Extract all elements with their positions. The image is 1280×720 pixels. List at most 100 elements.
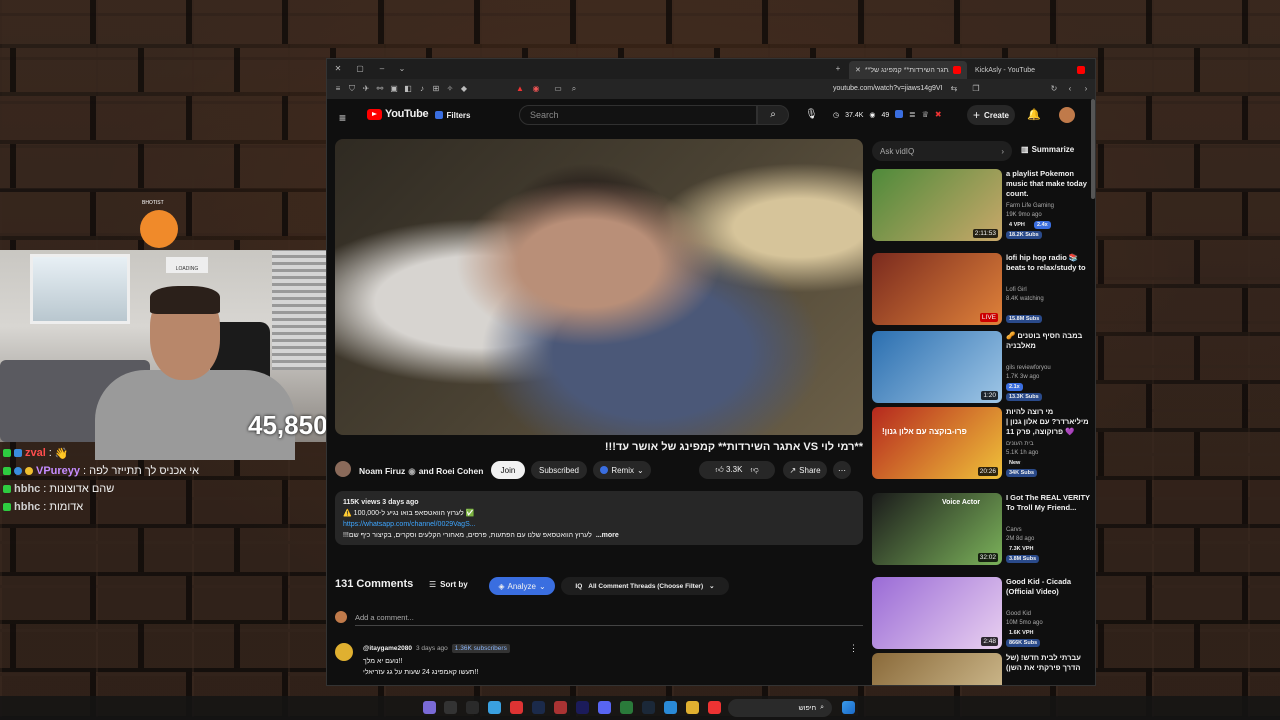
app-icon[interactable] bbox=[576, 701, 589, 714]
video-player[interactable] bbox=[335, 139, 863, 435]
extension-icon[interactable]: ▲ bbox=[515, 84, 525, 94]
bookmark-icon[interactable]: ❐ bbox=[971, 84, 981, 94]
channel-name[interactable]: Noam Firuz bbox=[359, 466, 405, 477]
recommendation-thumbnail[interactable]: 20:26 פרו-בוקצה עם אלון גנון! bbox=[872, 407, 1002, 479]
collab-name[interactable]: and Roei Cohen bbox=[419, 466, 484, 477]
minimize-icon[interactable]: – bbox=[377, 64, 387, 74]
recommendation-thumbnail[interactable]: 2:11:53 bbox=[872, 169, 1002, 241]
recommendation-title[interactable]: a playlist Pokemon music that make today… bbox=[1006, 169, 1090, 199]
recommendation-item[interactable]: LIVE lofi hip hop radio 📚 beats to relax/… bbox=[872, 253, 1092, 325]
recommendation-thumbnail[interactable]: 32:02 Voice Actor bbox=[872, 493, 1002, 565]
more-options-icon[interactable]: ⋯ bbox=[833, 461, 851, 479]
tab-youtube[interactable]: KickAsly - YouTube bbox=[969, 61, 1091, 79]
back-icon[interactable]: ‹ bbox=[1065, 84, 1075, 94]
summarize-button[interactable]: ▥ Summarize bbox=[1021, 145, 1074, 154]
share-button[interactable]: ↗ Share bbox=[783, 461, 827, 479]
app-icon[interactable] bbox=[423, 701, 436, 714]
extension-icon[interactable]: ⚯ bbox=[375, 84, 385, 94]
app-icon[interactable] bbox=[466, 701, 479, 714]
alert-icon[interactable]: ✖ bbox=[935, 110, 942, 119]
recommendation-item[interactable]: עברתי לבית חדש! (של הדרך פירקתי את השן)D… bbox=[872, 653, 1092, 685]
music-icon[interactable]: ♪ bbox=[417, 84, 427, 94]
extension-icon[interactable]: ◆ bbox=[459, 84, 469, 94]
recommendation-thumbnail[interactable] bbox=[872, 653, 1002, 685]
app-icon[interactable] bbox=[554, 701, 567, 714]
description-box[interactable]: 115K views 3 days ago ⚠️ לערוץ הוואטסאפ … bbox=[335, 491, 863, 545]
list-icon[interactable]: ≣ bbox=[909, 110, 916, 119]
menu-icon[interactable]: ≡ bbox=[333, 84, 343, 94]
discord-icon[interactable] bbox=[598, 701, 611, 714]
taskbar-search[interactable]: חיפוש ⌕ bbox=[728, 699, 832, 717]
recommendation-thumbnail[interactable]: 2:48 bbox=[872, 577, 1002, 649]
search-input[interactable]: Search bbox=[519, 105, 757, 125]
shield-icon[interactable]: ⛉ bbox=[347, 84, 357, 94]
subscribed-button[interactable]: Subscribed bbox=[531, 461, 587, 479]
sidebar-icon[interactable]: ▣ bbox=[389, 84, 399, 94]
recommendation-channel[interactable]: Carvs bbox=[1006, 527, 1022, 533]
tab-active[interactable]: ✕ **אתגר השירדות** קמפינג של... bbox=[849, 61, 967, 79]
notifications-bell-icon[interactable]: 🔔 bbox=[1027, 108, 1041, 121]
recommendation-channel[interactable]: gils reviewforyou bbox=[1006, 365, 1051, 371]
sort-by-button[interactable]: ☰ Sort by bbox=[429, 580, 468, 589]
comment-menu-icon[interactable]: ⋮ bbox=[849, 643, 858, 654]
extension-icon[interactable]: ⊞ bbox=[431, 84, 441, 94]
ask-vidiq-input[interactable]: Ask vidIQ › bbox=[872, 141, 1012, 161]
recommendation-title[interactable]: Good Kid - Cicada (Official Video) bbox=[1006, 577, 1090, 597]
recommendation-title[interactable]: עברתי לבית חדש! (של הדרך פירקתי את השן) bbox=[1006, 653, 1090, 673]
search-button[interactable]: ⌕ bbox=[757, 105, 789, 125]
maximize-icon[interactable]: ▢ bbox=[355, 64, 365, 74]
youtube-logo[interactable]: YouTube bbox=[367, 108, 429, 120]
recommendation-channel[interactable]: בית העונים bbox=[1006, 441, 1034, 447]
dislike-icon[interactable]: 👎︎ bbox=[750, 465, 758, 475]
windows-start-icon[interactable] bbox=[842, 701, 855, 714]
trophy-icon[interactable]: ♕ bbox=[922, 110, 929, 119]
filters-button[interactable]: Filters bbox=[433, 107, 473, 123]
comment-filter-select[interactable]: IQ All Comment Threads (Choose Filter) ⌄ bbox=[561, 577, 729, 595]
vidiq-icon[interactable] bbox=[895, 110, 903, 118]
chevron-down-icon[interactable]: ⌄ bbox=[397, 64, 407, 74]
extension-icon[interactable]: ◉ bbox=[531, 84, 541, 94]
hamburger-menu-icon[interactable]: ≡ bbox=[339, 111, 346, 125]
app-icon[interactable] bbox=[664, 701, 677, 714]
add-comment-input[interactable]: Add a comment... bbox=[355, 613, 414, 622]
channel-avatar[interactable] bbox=[335, 461, 351, 477]
more-link[interactable]: ...more bbox=[596, 530, 619, 541]
folder-icon[interactable] bbox=[686, 701, 699, 714]
extension-icon[interactable]: ✧ bbox=[445, 84, 455, 94]
recommendation-item[interactable]: 32:02 Voice Actor I Got The REAL VERITY To… bbox=[872, 493, 1092, 565]
recommendation-item[interactable]: 2:11:53 a playlist Pokemon music that mak… bbox=[872, 169, 1092, 241]
app-icon[interactable] bbox=[488, 701, 501, 714]
brave-icon[interactable] bbox=[708, 701, 721, 714]
extension-icon[interactable]: ◧ bbox=[403, 84, 413, 94]
analyze-button[interactable]: ◈ Analyze ⌄ bbox=[489, 577, 555, 595]
like-button[interactable]: 👍︎ 3.3K bbox=[715, 465, 742, 475]
new-tab-button[interactable]: + bbox=[833, 64, 843, 74]
reload-icon[interactable]: ↻ bbox=[1049, 84, 1059, 94]
recommendation-title[interactable]: I Got The REAL VERITY To Troll My Friend… bbox=[1006, 493, 1090, 513]
microphone-icon[interactable]: 🎙 bbox=[805, 109, 818, 123]
app-icon[interactable] bbox=[444, 701, 457, 714]
remix-button[interactable]: Remix ⌄ bbox=[593, 461, 651, 479]
commenter-avatar[interactable] bbox=[335, 643, 353, 661]
search-icon[interactable]: ⌕ bbox=[569, 84, 579, 94]
close-window-icon[interactable]: ✕ bbox=[333, 64, 343, 74]
avatar[interactable] bbox=[1059, 107, 1075, 123]
app-icon[interactable] bbox=[510, 701, 523, 714]
recommendation-channel[interactable]: Lofi Girl bbox=[1006, 287, 1027, 293]
screenshot-icon[interactable]: ▭ bbox=[553, 84, 563, 94]
recommendation-thumbnail[interactable]: LIVE bbox=[872, 253, 1002, 325]
create-button[interactable]: + Create bbox=[967, 105, 1015, 125]
steam-icon[interactable] bbox=[642, 701, 655, 714]
forward-icon[interactable]: › bbox=[1081, 84, 1091, 94]
recommendation-item[interactable]: 1:20 במבה חסיף בוטנים 🥜 מאלבניה gils revie… bbox=[872, 331, 1092, 403]
app-icon[interactable] bbox=[620, 701, 633, 714]
recommendation-title[interactable]: מי רוצה להיות מיליארדר? עם אלון גנון | פ… bbox=[1006, 407, 1090, 437]
recommendation-title[interactable]: במבה חסיף בוטנים 🥜 מאלבניה bbox=[1006, 331, 1090, 351]
extension-icon[interactable]: ✈ bbox=[361, 84, 371, 94]
recommendation-title[interactable]: lofi hip hop radio 📚 beats to relax/stud… bbox=[1006, 253, 1090, 273]
settings-icon[interactable]: ⇆ bbox=[949, 84, 959, 94]
channel-name-row[interactable]: Noam Firuz ◉ and Roei Cohen bbox=[359, 466, 483, 477]
recommendation-channel[interactable]: Good Kid bbox=[1006, 611, 1031, 617]
comment-username[interactable]: @itaygame2080 bbox=[363, 645, 412, 652]
join-button[interactable]: Join bbox=[491, 461, 525, 479]
